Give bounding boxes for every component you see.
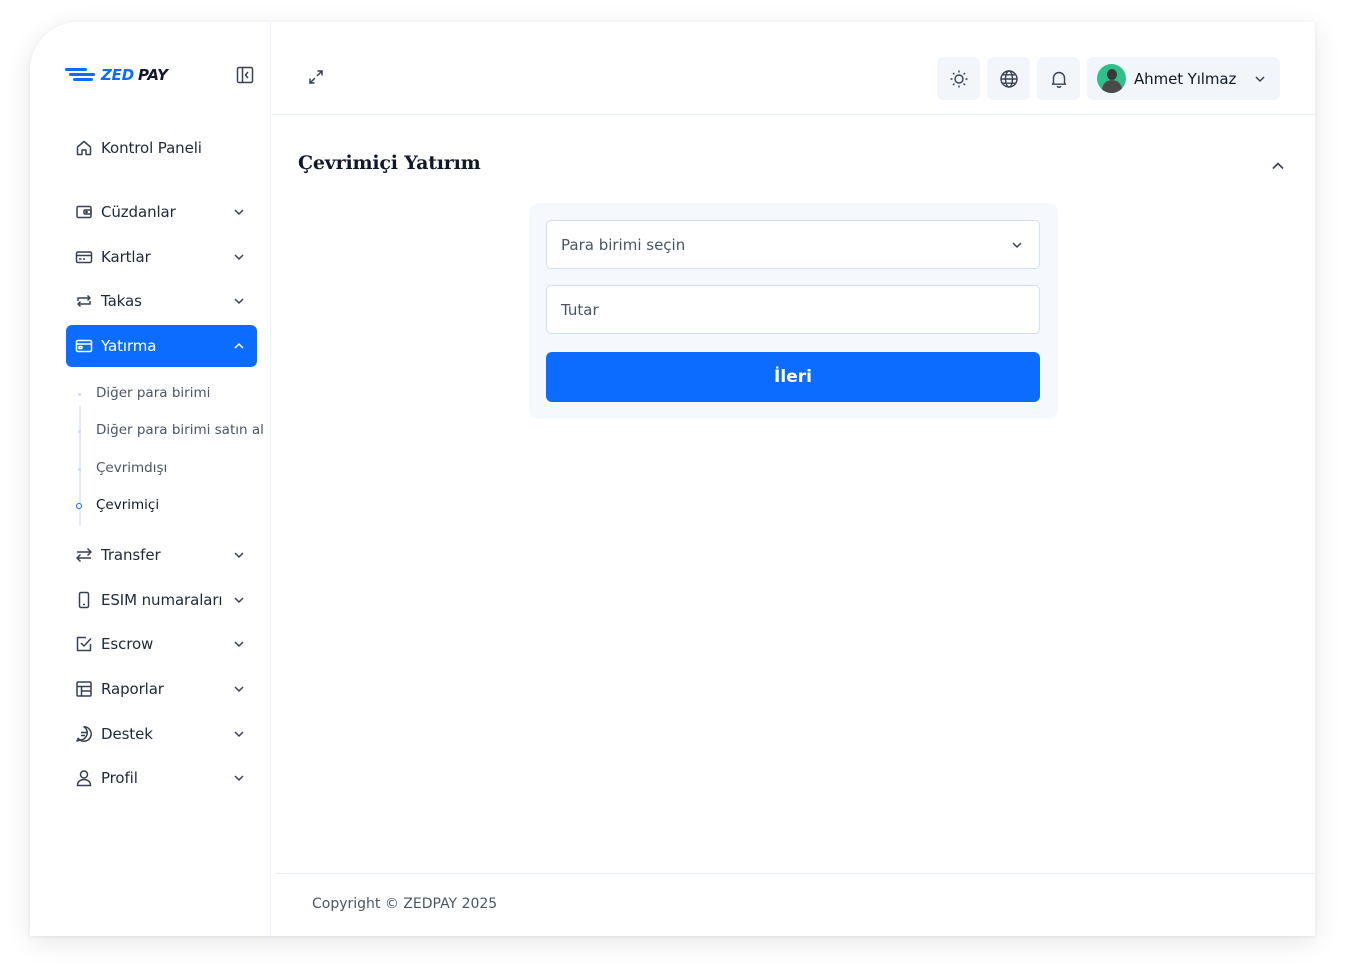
deposit-icon xyxy=(74,336,94,356)
sidebar: ZED PAY Kontrol Paneli Cüzdanlar Kartlar… xyxy=(30,22,271,936)
sidebar-item-esim[interactable]: ESIM numaraları xyxy=(66,579,257,621)
sidebar-item-label: Profil xyxy=(101,769,138,787)
sidebar-item-reports[interactable]: Raporlar xyxy=(66,668,257,710)
sidebar-item-deposit[interactable]: Yatırma xyxy=(66,325,257,367)
submenu-item-online[interactable]: Çevrimiçi xyxy=(96,497,159,513)
submenu-marker xyxy=(78,393,81,396)
sidebar-item-label: Cüzdanlar xyxy=(101,203,176,221)
sidebar-item-profile[interactable]: Profil xyxy=(66,757,257,799)
submenu-item-other-currency[interactable]: Diğer para birimi xyxy=(96,385,210,401)
sidebar-item-label: Raporlar xyxy=(101,680,164,698)
sidebar-item-label: Yatırma xyxy=(101,337,157,355)
app-window: ZED PAY Kontrol Paneli Cüzdanlar Kartlar… xyxy=(30,22,1315,936)
home-icon xyxy=(74,138,94,158)
chat-icon xyxy=(74,724,94,744)
sidebar-item-exchange[interactable]: Takas xyxy=(66,280,257,322)
wallet-icon xyxy=(74,202,94,222)
submenu-item-buy-other-currency[interactable]: Diğer para birimi satın al xyxy=(96,422,264,438)
next-button[interactable]: İleri xyxy=(546,352,1040,402)
chevron-down-icon xyxy=(234,641,244,648)
chevron-down-icon xyxy=(234,731,244,738)
chevron-down-icon xyxy=(234,552,244,559)
sidebar-item-dashboard[interactable]: Kontrol Paneli xyxy=(66,127,257,169)
chevron-down-icon xyxy=(1255,75,1265,82)
bell-icon xyxy=(1051,71,1066,88)
phone-icon xyxy=(74,590,94,610)
submenu-marker xyxy=(78,430,81,433)
submenu-active-dot xyxy=(76,503,82,509)
submenu-item-offline[interactable]: Çevrimdışı xyxy=(96,460,167,476)
avatar xyxy=(1097,64,1126,93)
submenu-marker xyxy=(78,468,81,471)
brand-name-part1: ZED xyxy=(101,66,134,84)
table-icon xyxy=(74,679,94,699)
chevron-down-icon xyxy=(234,597,244,604)
deposit-form-card: Para birimi seçin Tutar İleri xyxy=(529,203,1058,419)
sidebar-item-label: Kartlar xyxy=(101,248,151,266)
notifications-button[interactable] xyxy=(1037,57,1080,100)
chevron-down-icon xyxy=(234,254,244,261)
checkbox-icon xyxy=(74,634,94,654)
page-title: Çevrimiçi Yatırım xyxy=(298,152,481,174)
currency-select-placeholder: Para birimi seçin xyxy=(561,235,686,254)
currency-select[interactable]: Para birimi seçin xyxy=(546,220,1040,269)
chevron-down-icon xyxy=(234,209,244,216)
user-name: Ahmet Yılmaz xyxy=(1134,69,1237,88)
chevron-up-icon[interactable] xyxy=(1269,157,1287,175)
sidebar-toggle-icon[interactable] xyxy=(236,66,254,84)
chevron-down-icon xyxy=(234,775,244,782)
sidebar-item-label: Escrow xyxy=(101,635,154,653)
brand-name-part2: PAY xyxy=(137,66,168,84)
sidebar-item-transfer[interactable]: Transfer xyxy=(66,534,257,576)
main-content: Çevrimiçi Yatırım Para birimi seçin Tuta… xyxy=(271,115,1315,875)
fullscreen-expand-icon[interactable] xyxy=(307,68,325,86)
theme-toggle-button[interactable] xyxy=(937,57,980,100)
sidebar-item-label: ESIM numaraları xyxy=(101,591,223,609)
sidebar-item-label: Destek xyxy=(101,725,153,743)
sidebar-item-support[interactable]: Destek xyxy=(66,713,257,755)
language-button[interactable] xyxy=(987,57,1030,100)
card-icon xyxy=(74,247,94,267)
user-menu[interactable]: Ahmet Yılmaz xyxy=(1087,57,1280,100)
sidebar-item-wallets[interactable]: Cüzdanlar xyxy=(66,191,257,233)
chevron-up-icon xyxy=(234,342,244,349)
user-icon xyxy=(74,768,94,788)
chevron-down-icon xyxy=(234,686,244,693)
footer: Copyright © ZEDPAY 2025 xyxy=(275,873,1315,936)
sidebar-item-label: Transfer xyxy=(101,546,161,564)
sidebar-item-escrow[interactable]: Escrow xyxy=(66,623,257,665)
chevron-down-icon xyxy=(1012,242,1022,249)
chevron-down-icon xyxy=(234,298,244,305)
sidebar-item-label: Takas xyxy=(101,292,142,310)
copyright-text: Copyright © ZEDPAY 2025 xyxy=(312,896,498,912)
globe-icon xyxy=(999,69,1018,88)
brand-logo[interactable]: ZED PAY xyxy=(65,62,168,88)
amount-input-placeholder: Tutar xyxy=(561,300,599,319)
amount-input[interactable]: Tutar xyxy=(546,285,1040,334)
sidebar-item-label: Kontrol Paneli xyxy=(101,139,202,157)
exchange-icon xyxy=(74,291,94,311)
logo-mark-icon xyxy=(65,66,99,84)
top-header: Ahmet Yılmaz xyxy=(271,22,1315,115)
sun-icon xyxy=(950,70,967,87)
transfer-icon xyxy=(74,545,94,565)
sidebar-item-cards[interactable]: Kartlar xyxy=(66,236,257,278)
